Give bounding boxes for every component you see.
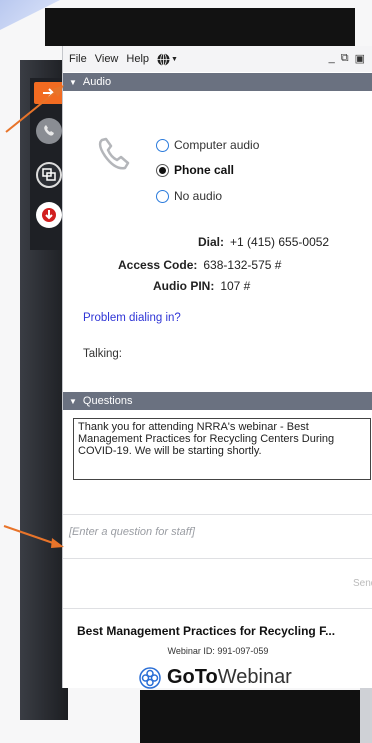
menu-file[interactable]: File <box>69 53 87 65</box>
annotation-arrow-icon <box>5 85 64 133</box>
questions-section-title: Questions <box>82 395 133 407</box>
question-input[interactable]: [Enter a question for staff] <box>69 526 195 538</box>
annotation-arrow-icon <box>3 525 64 548</box>
questions-section-header[interactable]: ▼ Questions <box>63 392 372 410</box>
radio-phone-call[interactable]: Phone call <box>156 163 234 177</box>
menu-view[interactable]: View <box>95 53 119 65</box>
language-menu[interactable]: ▼ <box>157 52 178 66</box>
menu-bar: File View Help ▼ _ ⧉ ▣ <box>63 46 372 72</box>
dial-number: +1 (415) 655-0052 <box>230 235 330 249</box>
talking-label: Talking: <box>83 348 122 360</box>
radio-button[interactable] <box>156 138 169 152</box>
radio-computer-audio[interactable]: Computer audio <box>156 138 259 152</box>
minimize-icon[interactable]: _ <box>329 52 335 65</box>
globe-icon <box>157 52 170 66</box>
send-button[interactable]: Send <box>353 578 372 589</box>
background-window-bar <box>45 8 355 46</box>
window-controls: _ ⧉ ▣ <box>329 52 365 65</box>
dial-row: Dial: +1 (415) 655-0052 <box>198 235 329 249</box>
popout-icon[interactable]: ⧉ <box>341 52 349 65</box>
brand-goto: GoTo <box>167 666 218 688</box>
access-code-label: Access Code: <box>118 258 198 272</box>
access-code-value: 638-132-575 # <box>203 258 282 272</box>
webinar-title: Best Management Practices for Recycling … <box>77 624 336 638</box>
divider <box>63 514 372 515</box>
background-bottom <box>140 690 372 743</box>
radio-button[interactable] <box>156 163 169 177</box>
dial-label: Dial: <box>198 235 225 249</box>
raise-hand-button[interactable] <box>36 202 62 228</box>
hand-download-icon <box>42 208 56 222</box>
telephone-icon <box>98 137 130 170</box>
collapse-triangle-icon: ▼ <box>69 77 77 87</box>
questions-log: Thank you for attending NRRA's webinar -… <box>73 418 371 480</box>
phone-call-label: Phone call <box>174 163 235 177</box>
menu-help[interactable]: Help <box>126 53 149 65</box>
gotowebinar-logo: GoTo Webinar <box>139 666 292 689</box>
radio-button[interactable] <box>156 189 169 203</box>
audio-section-header[interactable]: ▼ Audio <box>63 73 372 91</box>
audio-pin-row: Audio PIN: 107 # <box>153 279 250 293</box>
problem-dialing-link[interactable]: Problem dialing in? <box>83 312 181 324</box>
brand-webinar: Webinar <box>217 666 292 688</box>
audio-pin-value: 107 # <box>220 279 251 293</box>
computer-audio-label: Computer audio <box>174 138 260 152</box>
flower-logo-icon <box>139 666 161 689</box>
no-audio-label: No audio <box>174 189 223 203</box>
gotowebinar-panel: File View Help ▼ _ ⧉ ▣ ▼ Audio Computer … <box>62 46 372 689</box>
screen-share-button[interactable] <box>36 162 62 188</box>
audio-pin-label: Audio PIN: <box>153 279 215 293</box>
chevron-down-icon: ▼ <box>171 55 178 63</box>
collapse-triangle-icon: ▼ <box>69 396 77 406</box>
access-code-row: Access Code: 638-132-575 # <box>118 258 281 272</box>
audio-section-title: Audio <box>82 76 112 88</box>
divider <box>63 608 372 609</box>
radio-no-audio[interactable]: No audio <box>156 189 222 203</box>
divider <box>63 558 372 559</box>
screen-share-icon <box>42 168 56 181</box>
restore-icon[interactable]: ▣ <box>355 52 365 65</box>
webinar-id: Webinar ID: 991-097-059 <box>167 646 269 656</box>
